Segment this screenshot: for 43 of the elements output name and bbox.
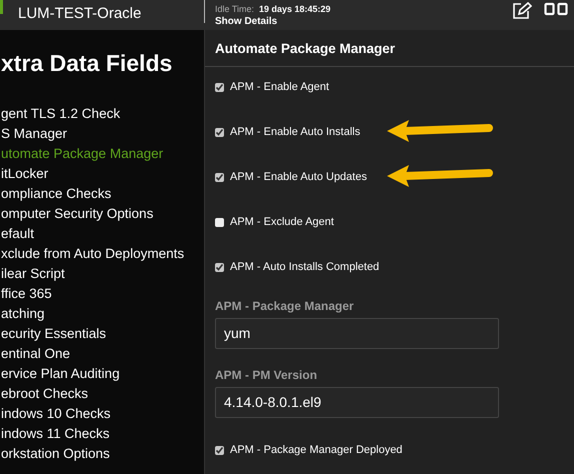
checkbox-label: APM - Package Manager Deployed bbox=[230, 444, 402, 456]
checkbox[interactable] bbox=[215, 262, 224, 272]
idle-value: 19 days 18:45:29 bbox=[259, 4, 331, 14]
sidebar-item[interactable]: ecurity Essentials bbox=[1, 324, 204, 344]
checkbox-label: APM - Enable Auto Installs bbox=[230, 126, 360, 138]
sidebar-title: xtra Data Fields bbox=[1, 50, 174, 77]
sidebar-item[interactable]: xclude from Auto Deployments bbox=[1, 244, 204, 264]
checkbox[interactable] bbox=[215, 128, 224, 136]
sidebar-item[interactable]: ervice Plan Auditing bbox=[1, 364, 204, 384]
sidebar-item[interactable]: gent TLS 1.2 Check bbox=[1, 104, 204, 124]
checkbox[interactable] bbox=[215, 172, 224, 182]
sidebar-item[interactable]: omputer Security Options bbox=[1, 204, 204, 224]
panel-title: Automate Package Manager bbox=[205, 40, 574, 67]
checkbox-label: APM - Exclude Agent bbox=[230, 216, 334, 228]
field-label: APM - Package Manager bbox=[215, 299, 355, 313]
field-label: APM - PM Version bbox=[215, 368, 318, 382]
sidebar-item[interactable]: utomate Package Manager bbox=[1, 144, 204, 164]
input-field[interactable]: yum bbox=[215, 318, 499, 349]
sidebar-item[interactable]: entinal One bbox=[1, 344, 204, 364]
checkbox-label: APM - Auto Installs Completed bbox=[230, 261, 380, 273]
sidebar-item[interactable]: ompliance Checks bbox=[1, 184, 204, 204]
status-stripe bbox=[0, 0, 3, 14]
sidebar-item[interactable]: S Manager bbox=[1, 124, 204, 144]
idle-label: Idle Time: bbox=[215, 4, 254, 14]
sidebar-item[interactable]: indows 10 Checks bbox=[1, 404, 204, 424]
edit-icon[interactable] bbox=[512, 2, 532, 20]
checkbox[interactable] bbox=[215, 446, 224, 454]
show-details-link[interactable]: Show Details bbox=[215, 16, 512, 26]
device-name: LUM-TEST-Oracle bbox=[18, 5, 142, 22]
checkbox-label: APM - Enable Auto Updates bbox=[230, 171, 367, 183]
tile-view-icon[interactable] bbox=[544, 2, 568, 16]
input-field[interactable]: 4.14.0-8.0.1.el9 bbox=[215, 387, 499, 418]
checkbox[interactable] bbox=[215, 82, 224, 92]
sidebar-item[interactable]: atching bbox=[1, 304, 204, 324]
sidebar-item[interactable]: efault bbox=[1, 224, 204, 244]
checkbox-label: APM - Enable Agent bbox=[230, 81, 330, 93]
sidebar-item[interactable]: orkstation Options bbox=[1, 444, 204, 464]
sidebar-item[interactable]: ffice 365 bbox=[1, 284, 204, 304]
sidebar-item[interactable]: itLocker bbox=[1, 164, 204, 184]
sidebar-item[interactable]: ilear Script bbox=[1, 264, 204, 284]
checkbox[interactable] bbox=[215, 218, 224, 226]
sidebar-item[interactable]: indows 11 Checks bbox=[1, 424, 204, 444]
sidebar-item[interactable]: ebroot Checks bbox=[1, 384, 204, 404]
